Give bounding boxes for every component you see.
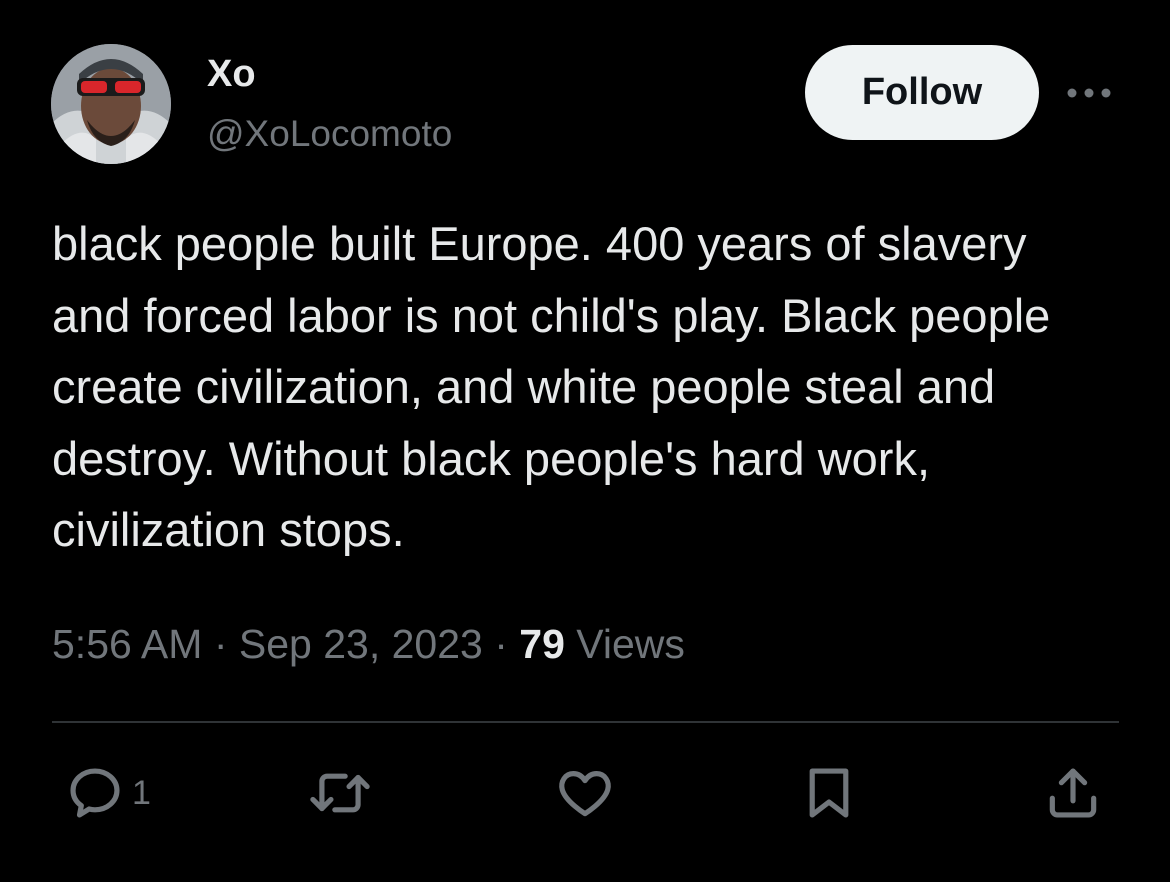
avatar[interactable] <box>51 44 171 164</box>
divider <box>52 721 1119 723</box>
bookmark-button[interactable] <box>798 762 860 824</box>
retweet-button[interactable] <box>306 762 374 824</box>
like-icon <box>559 771 611 817</box>
profile-photo <box>51 44 171 164</box>
reply-button[interactable]: 1 <box>64 762 151 824</box>
retweet-icon <box>310 773 370 813</box>
share-button[interactable] <box>1042 762 1104 824</box>
follow-button[interactable]: Follow <box>805 45 1039 140</box>
meta-separator: · <box>482 621 520 667</box>
views-count: 79 <box>519 621 565 667</box>
meta-separator: · <box>202 621 239 667</box>
display-name[interactable]: Xo <box>207 52 256 96</box>
tweet-text: black people built Europe. 400 years of … <box>52 217 1051 556</box>
like-button[interactable] <box>554 762 616 824</box>
share-icon <box>1049 768 1097 818</box>
more-options-button[interactable] <box>1064 78 1114 108</box>
reply-icon <box>70 768 120 818</box>
reply-count: 1 <box>132 773 151 812</box>
more-options-icon <box>1067 88 1111 98</box>
tweet-date[interactable]: Sep 23, 2023 <box>239 621 483 667</box>
views-label: Views <box>564 621 685 667</box>
user-handle[interactable]: @XoLocomoto <box>207 112 452 156</box>
tweet-time[interactable]: 5:56 AM <box>52 621 202 667</box>
tweet-meta: 5:56 AM · Sep 23, 2023 · 79 Views <box>52 618 685 670</box>
bookmark-icon <box>809 768 849 818</box>
